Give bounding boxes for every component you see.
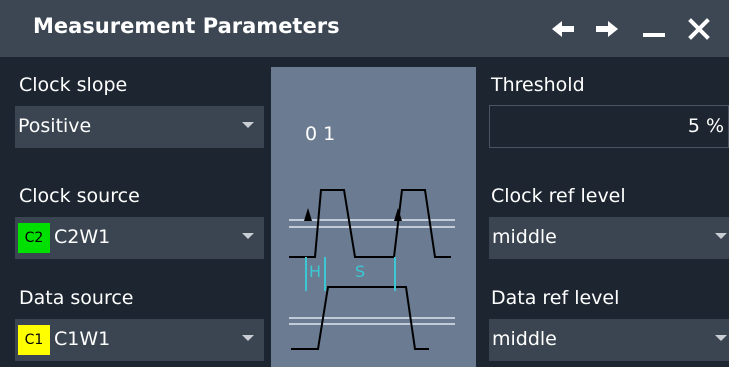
timing-waveform: H S	[289, 189, 455, 350]
chevron-down-icon	[242, 335, 254, 341]
threshold-label: Threshold	[491, 74, 585, 96]
title-bar: Measurement Parameters	[0, 0, 729, 57]
arrow-left-icon[interactable]	[550, 18, 576, 40]
clock-slope-label: Clock slope	[19, 74, 128, 96]
setup-hold-diagram: 0 1 H S	[271, 67, 476, 367]
data-source-label: Data source	[19, 287, 134, 309]
clock-ref-level-label: Clock ref level	[491, 185, 626, 207]
data-source-value: C1W1	[54, 328, 111, 350]
chevron-down-icon	[242, 122, 254, 128]
data-ref-level-value: middle	[492, 328, 557, 350]
data-ref-level-dropdown[interactable]: middle	[489, 319, 729, 361]
data-source-dropdown[interactable]: C1 C1W1	[15, 319, 264, 361]
channel-badge-c2: C2	[18, 223, 50, 253]
data-ref-level-label: Data ref level	[491, 287, 620, 309]
clock-source-value: C2W1	[54, 226, 111, 248]
close-icon[interactable]	[688, 18, 710, 40]
window-title: Measurement Parameters	[33, 14, 340, 38]
threshold-value: 5 %	[687, 115, 724, 137]
chevron-down-icon	[715, 233, 727, 239]
hold-time-label: H	[309, 262, 321, 281]
chevron-down-icon	[715, 335, 727, 341]
channel-badge-c1: C1	[18, 325, 50, 355]
chevron-down-icon	[242, 233, 254, 239]
minimize-icon[interactable]	[642, 18, 666, 40]
clock-ref-level-dropdown[interactable]: middle	[489, 217, 729, 259]
threshold-input[interactable]: 5 %	[489, 105, 729, 148]
arrow-right-icon[interactable]	[594, 18, 620, 40]
clock-source-dropdown[interactable]: C2 C2W1	[15, 217, 264, 259]
clock-ref-level-value: middle	[492, 226, 557, 248]
clock-slope-value: Positive	[18, 115, 92, 137]
setup-time-label: S	[355, 262, 365, 281]
clock-source-label: Clock source	[19, 185, 140, 207]
clock-slope-dropdown[interactable]: Positive	[15, 106, 264, 148]
